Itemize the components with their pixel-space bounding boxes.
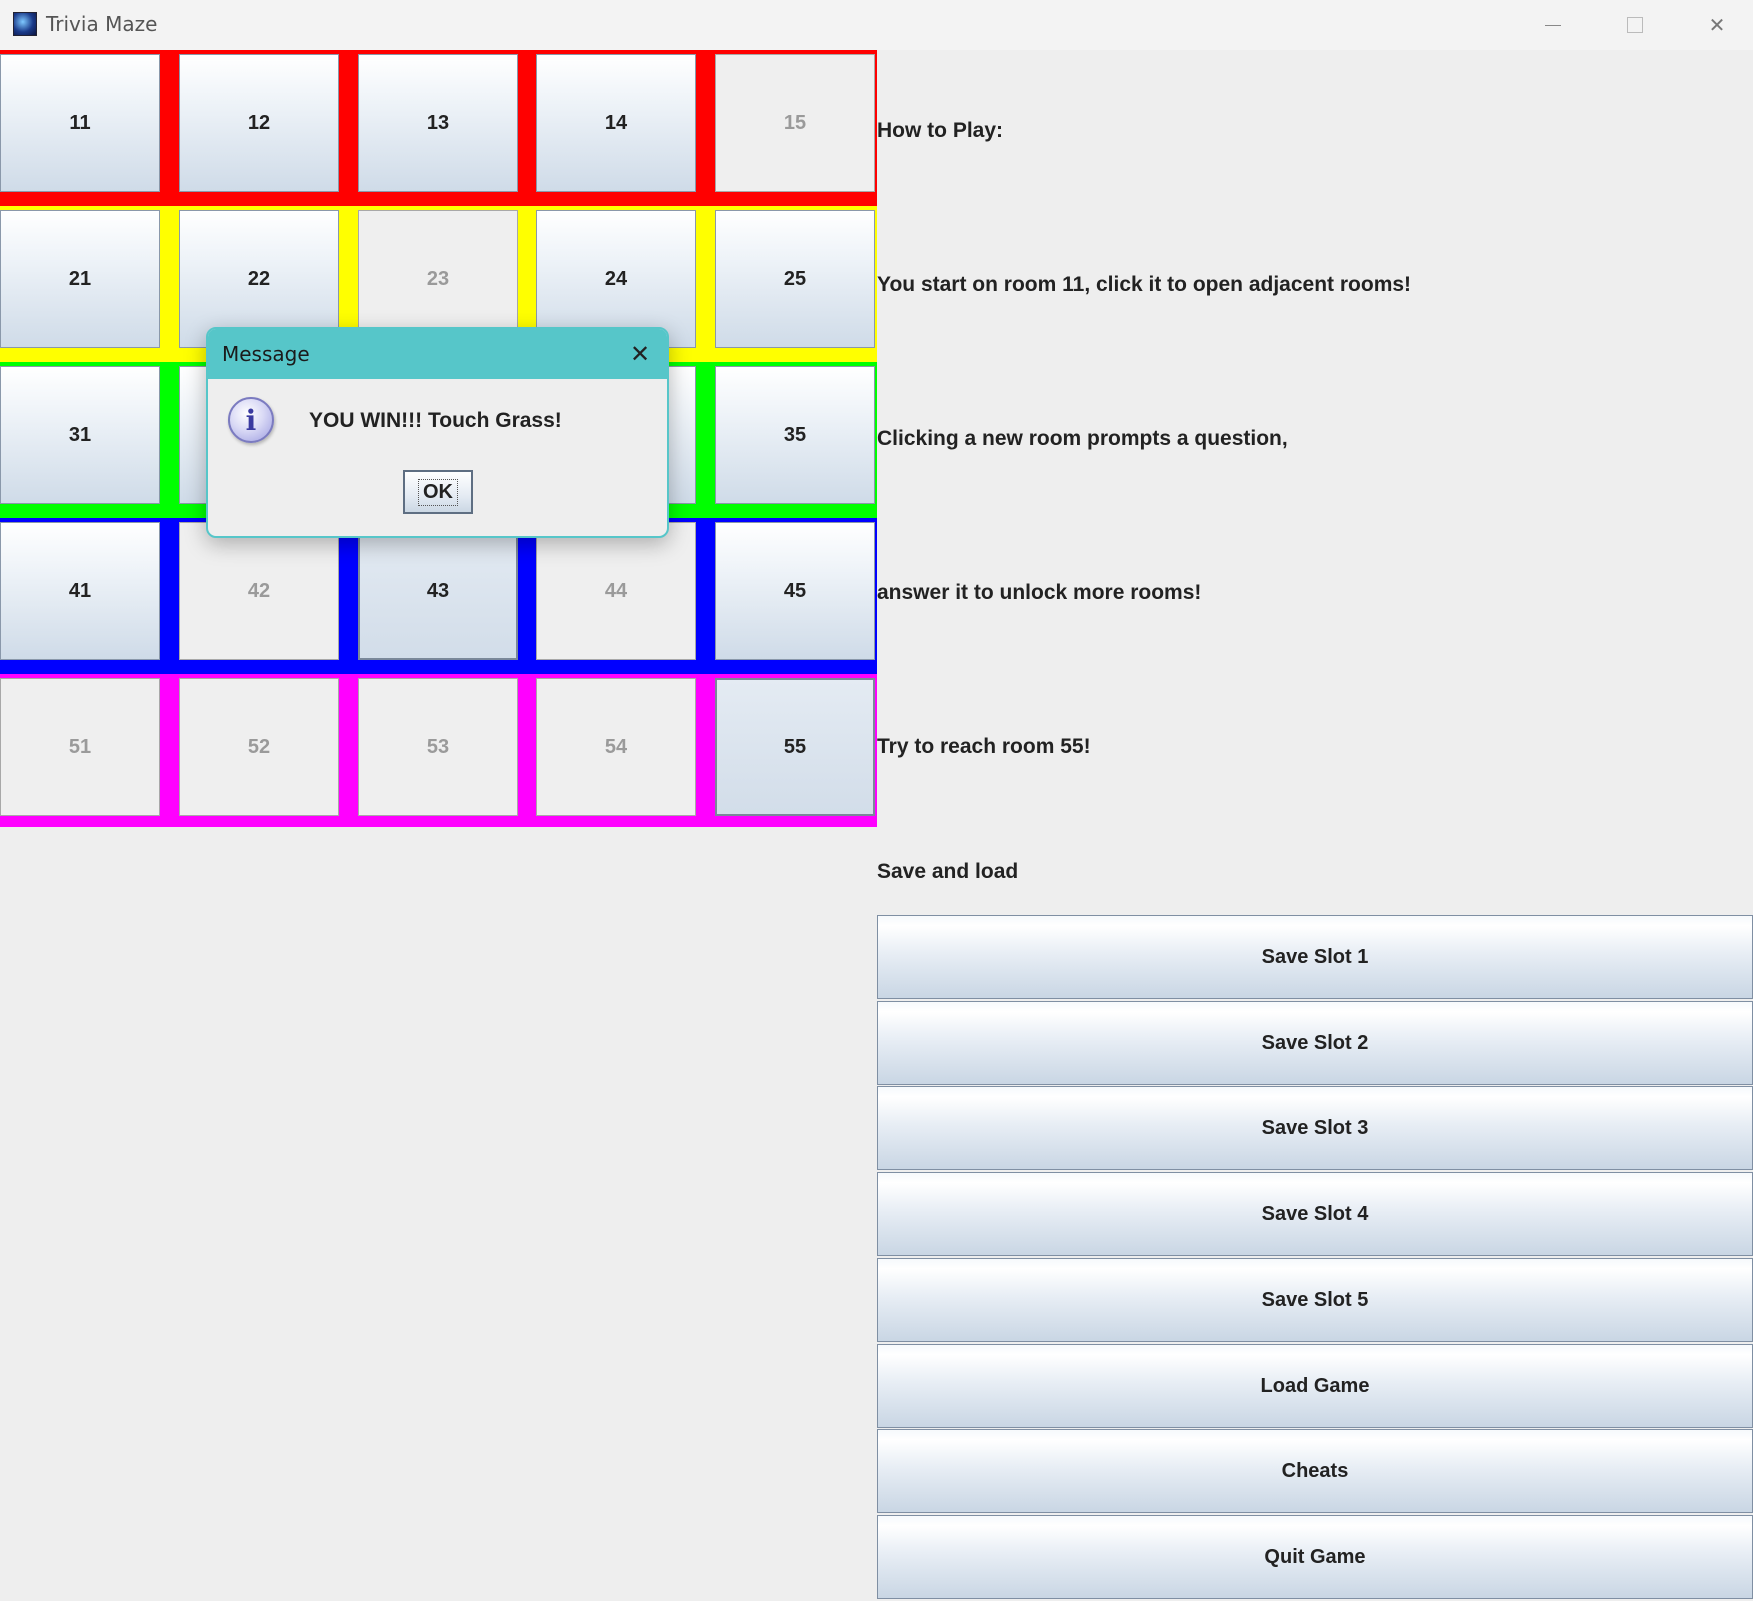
room-button[interactable]: 31 <box>0 366 160 504</box>
room-button[interactable]: 54 <box>536 678 696 816</box>
save-slot-1-button[interactable]: Save Slot 1 <box>877 915 1753 999</box>
save-slot-5-button[interactable]: Save Slot 5 <box>877 1258 1753 1342</box>
room-button[interactable]: 12 <box>179 54 339 192</box>
room-button[interactable]: 43 <box>358 522 518 660</box>
message-dialog: Message ✕ i YOU WIN!!! Touch Grass! OK <box>206 327 669 538</box>
instruction-line-4: Try to reach room 55! <box>877 735 1091 758</box>
cheats-button[interactable]: Cheats <box>877 1429 1753 1513</box>
title-bar: Trivia Maze ✕ <box>0 0 1753 50</box>
save-load-heading: Save and load <box>877 860 1019 883</box>
window-title: Trivia Maze <box>46 12 158 36</box>
room-button[interactable]: 44 <box>536 522 696 660</box>
room-button[interactable]: 52 <box>179 678 339 816</box>
quit-game-button[interactable]: Quit Game <box>877 1515 1753 1599</box>
room-button[interactable]: 21 <box>0 210 160 348</box>
minimize-icon[interactable] <box>1512 0 1594 50</box>
room-button[interactable]: 42 <box>179 522 339 660</box>
room-button[interactable]: 25 <box>715 210 875 348</box>
instruction-line-3: answer it to unlock more rooms! <box>877 581 1202 604</box>
dialog-close-icon[interactable]: ✕ <box>623 337 657 371</box>
save-slot-2-button[interactable]: Save Slot 2 <box>877 1001 1753 1085</box>
dialog-title-bar: Message ✕ <box>208 329 667 379</box>
how-to-play-heading: How to Play: <box>877 119 1004 142</box>
save-slot-3-button[interactable]: Save Slot 3 <box>877 1086 1753 1170</box>
save-slot-4-button[interactable]: Save Slot 4 <box>877 1172 1753 1256</box>
load-game-button[interactable]: Load Game <box>877 1344 1753 1428</box>
dialog-message: YOU WIN!!! Touch Grass! <box>309 409 562 432</box>
ok-button-label: OK <box>418 478 458 506</box>
room-button[interactable]: 13 <box>358 54 518 192</box>
dialog-title: Message <box>222 342 310 366</box>
maximize-icon[interactable] <box>1594 0 1676 50</box>
close-icon[interactable]: ✕ <box>1676 0 1753 50</box>
info-icon: i <box>228 397 274 443</box>
room-button[interactable]: 35 <box>715 366 875 504</box>
room-button[interactable]: 41 <box>0 522 160 660</box>
room-button[interactable]: 45 <box>715 522 875 660</box>
room-button[interactable]: 15 <box>715 54 875 192</box>
room-button[interactable]: 14 <box>536 54 696 192</box>
room-button[interactable]: 55 <box>715 678 875 816</box>
instruction-line-2: Clicking a new room prompts a question, <box>877 427 1288 450</box>
ok-button[interactable]: OK <box>403 470 473 514</box>
app-maze-icon <box>13 12 37 36</box>
room-button[interactable]: 53 <box>358 678 518 816</box>
room-button[interactable]: 51 <box>0 678 160 816</box>
instruction-line-1: You start on room 11, click it to open a… <box>877 273 1412 296</box>
room-button[interactable]: 11 <box>0 54 160 192</box>
